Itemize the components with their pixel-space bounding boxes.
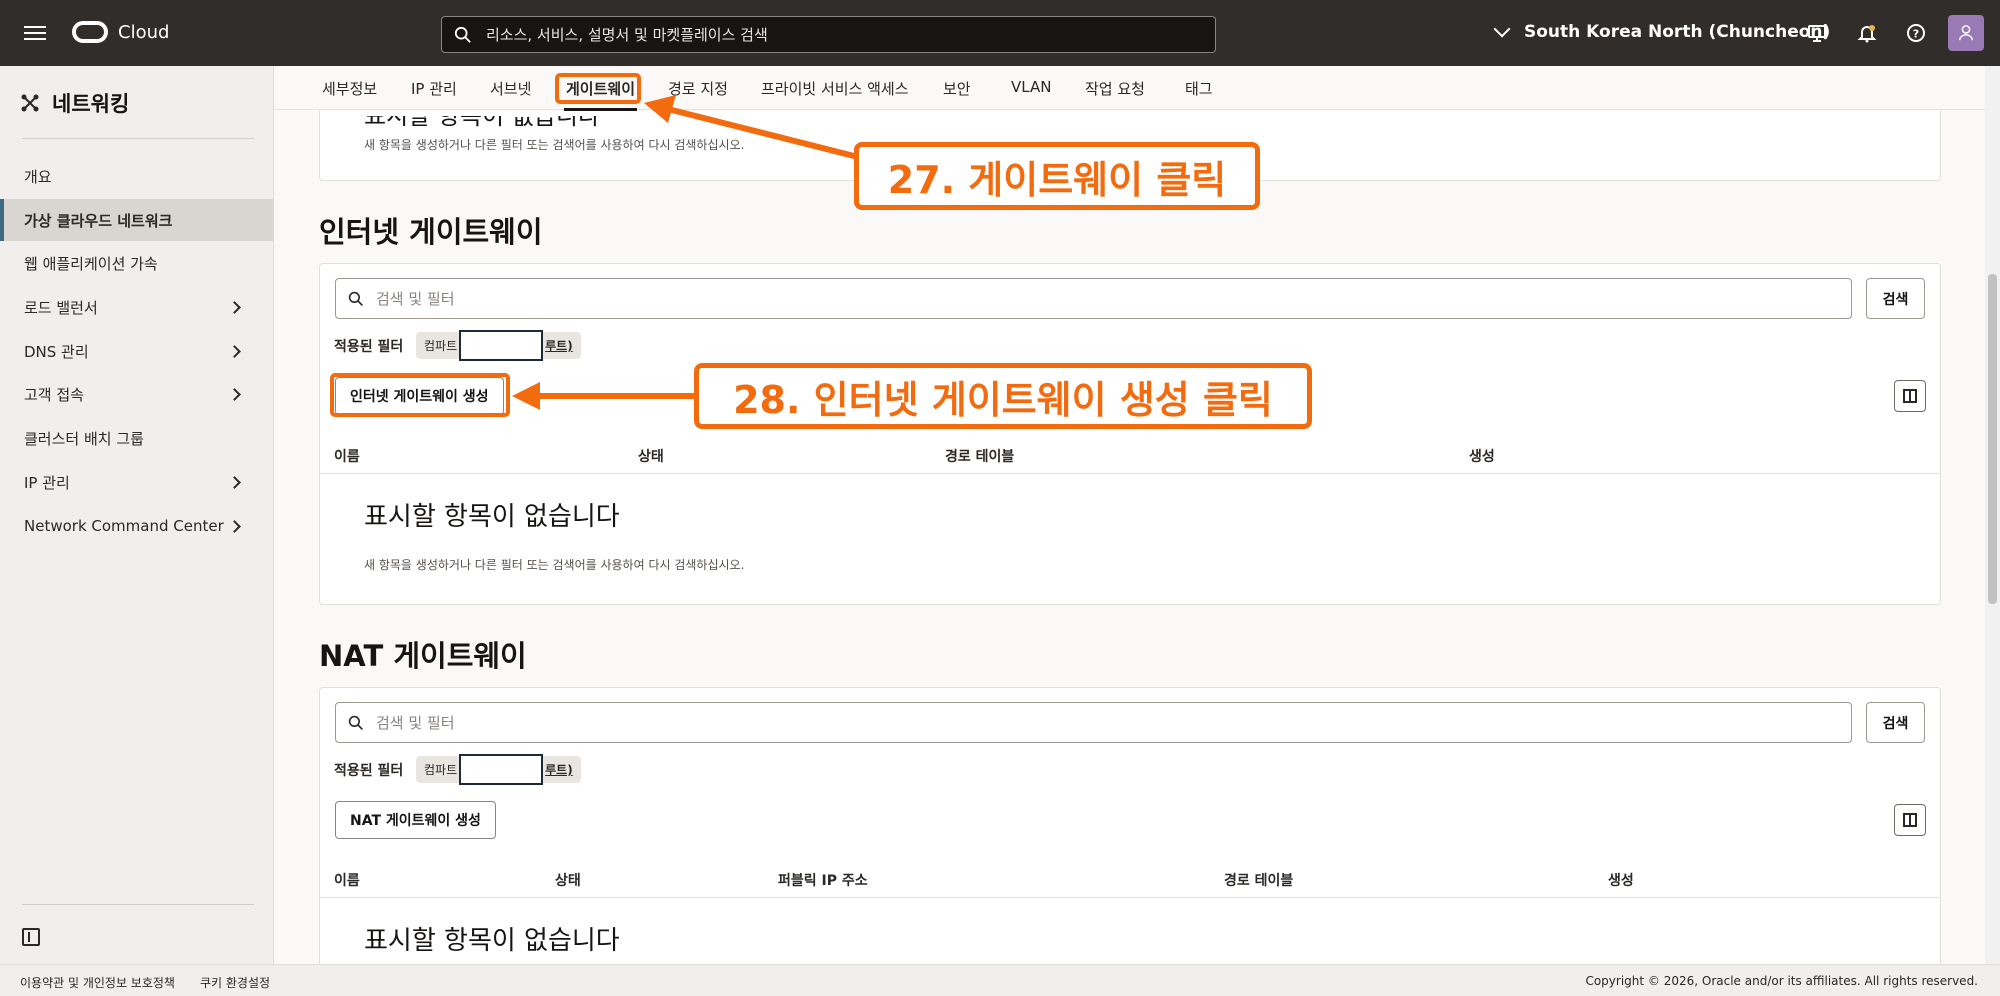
redacted-box <box>459 754 544 785</box>
menu-icon[interactable] <box>24 22 46 44</box>
oracle-logo-icon[interactable] <box>72 21 108 43</box>
terms-link[interactable]: 이용약관 및 개인정보 보호정책 <box>20 974 175 991</box>
chevron-right-icon <box>228 387 241 401</box>
applied-filter-label: 적용된 필터 <box>334 339 404 355</box>
step-27-callout: 27. 게이트웨이 클릭 <box>854 142 1260 210</box>
tab-subnets[interactable]: 서브넷 <box>490 78 531 99</box>
chevron-right-icon <box>228 300 241 314</box>
cloud-shell-icon[interactable] <box>1806 22 1828 44</box>
chevron-right-icon <box>228 344 241 358</box>
resource-tabs: 세부정보 IP 관리 서브넷 게이트웨이 경로 지정 프라이빗 서비스 액세스 … <box>275 66 1985 111</box>
step-28-callout: 28. 인터넷 게이트웨이 생성 클릭 <box>694 363 1312 429</box>
sidebar-item-web-app-acceleration[interactable]: 웹 애플리케이션 가속 <box>0 242 273 284</box>
column-header[interactable]: 상태 <box>555 870 581 890</box>
sidebar-item-ip-management[interactable]: IP 관리 <box>0 461 273 503</box>
tab-security[interactable]: 보안 <box>943 78 971 99</box>
collapse-sidebar-icon[interactable] <box>22 928 40 946</box>
brand-label[interactable]: Cloud <box>118 22 169 43</box>
sidebar-title: 네트워킹 <box>20 88 129 118</box>
sidebar-item-dns[interactable]: DNS 관리 <box>0 330 273 372</box>
chevron-right-icon <box>228 475 241 489</box>
svg-text:?: ? <box>1913 28 1919 41</box>
previous-empty-subtitle: 새 항목을 생성하거나 다른 필터 또는 검색어를 사용하여 다시 검색하십시오… <box>364 138 745 152</box>
column-header[interactable]: 생성 <box>1469 446 1495 466</box>
search-icon <box>454 26 471 43</box>
chevron-right-icon <box>228 519 241 533</box>
internet-gateway-title: 인터넷 게이트웨이 <box>319 215 543 249</box>
nat-gateway-title: NAT 게이트웨이 <box>319 639 527 673</box>
column-header[interactable]: 생성 <box>1608 870 1634 890</box>
internet-gateway-table-header: 이름 상태 경로 테이블 생성 <box>320 442 1940 474</box>
sidebar-item-load-balancer[interactable]: 로드 밸런서 <box>0 286 273 328</box>
sidebar-divider <box>22 904 254 905</box>
tab-tags[interactable]: 태그 <box>1185 78 1213 99</box>
search-icon <box>348 715 363 730</box>
nat-gateway-search-button[interactable]: 검색 <box>1866 702 1925 743</box>
nat-gateway-panel: 검색 및 필터 검색 적용된 필터 컴파트 루트) NAT 게이트웨이 생성 이… <box>319 687 1941 964</box>
footer: 이용약관 및 개인정보 보호정책 쿠키 환경설정 Copyright © 202… <box>0 964 2000 996</box>
tab-details[interactable]: 세부정보 <box>322 78 377 99</box>
sidebar-item-cluster-placement[interactable]: 클러스터 배치 그룹 <box>0 417 273 459</box>
tab-work-requests[interactable]: 작업 요청 <box>1085 78 1145 99</box>
networking-icon <box>21 94 39 112</box>
main-content: 표시할 항목이 없습니다 새 항목을 생성하거나 다른 필터 또는 검색어를 사… <box>275 111 1985 964</box>
region-label: South Korea North (Chuncheon) <box>1524 22 1831 42</box>
internet-gateway-empty-subtitle: 새 항목을 생성하거나 다른 필터 또는 검색어를 사용하여 다시 검색하십시오… <box>364 558 745 572</box>
scrollbar-thumb[interactable] <box>1988 274 1997 604</box>
column-header[interactable]: 경로 테이블 <box>1224 870 1293 890</box>
internet-gateway-empty-title: 표시할 항목이 없습니다 <box>364 502 620 532</box>
previous-empty-title: 표시할 항목이 없습니다 <box>364 111 601 130</box>
column-header[interactable]: 퍼블릭 IP 주소 <box>778 870 868 890</box>
sidebar-item-customer-connectivity[interactable]: 고객 접속 <box>0 373 273 415</box>
global-search-placeholder: 리소스, 서비스, 설명서 및 마켓플레이스 검색 <box>486 26 768 44</box>
column-header[interactable]: 상태 <box>638 446 664 466</box>
top-bar: Cloud 리소스, 서비스, 설명서 및 마켓플레이스 검색 South Ko… <box>0 0 2000 66</box>
sidebar-divider <box>22 138 254 139</box>
copyright-text: Copyright © 2026, Oracle and/or its affi… <box>1585 974 1978 988</box>
create-button-highlight <box>330 373 510 417</box>
page-scrollbar[interactable] <box>1985 66 2000 964</box>
applied-filter-label: 적용된 필터 <box>334 763 404 779</box>
cookie-settings-link[interactable]: 쿠키 환경설정 <box>200 974 270 991</box>
gateway-tab-highlight <box>555 73 641 104</box>
compartment-filter-chip[interactable]: 컴파트 루트) <box>416 330 581 361</box>
nat-gateway-search-input[interactable]: 검색 및 필터 <box>335 702 1852 743</box>
internet-gateway-panel: 검색 및 필터 검색 적용된 필터 컴파트 루트) 인터넷 게이트웨이 생성 이… <box>319 263 1941 605</box>
compartment-filter-chip[interactable]: 컴파트 루트) <box>416 754 581 785</box>
internet-gateway-search-button[interactable]: 검색 <box>1866 278 1925 319</box>
sidebar-item-overview[interactable]: 개요 <box>0 155 273 197</box>
create-nat-gateway-button[interactable]: NAT 게이트웨이 생성 <box>335 801 496 839</box>
sidebar-item-network-command-center[interactable]: Network Command Center <box>0 505 273 547</box>
sidebar: 네트워킹 개요 가상 클라우드 네트워크 웹 애플리케이션 가속 로드 밸런서 … <box>0 66 274 964</box>
column-header[interactable]: 경로 테이블 <box>945 446 1014 466</box>
tab-ip-management[interactable]: IP 관리 <box>411 78 457 99</box>
user-avatar-icon[interactable] <box>1948 15 1984 51</box>
tab-routing[interactable]: 경로 지정 <box>668 78 728 99</box>
column-header[interactable]: 이름 <box>334 446 360 466</box>
column-settings-icon[interactable] <box>1894 804 1926 836</box>
sidebar-item-vcn[interactable]: 가상 클라우드 네트워크 <box>0 199 273 241</box>
bell-icon[interactable] <box>1856 22 1878 44</box>
region-selector[interactable]: South Korea North (Chuncheon) <box>1493 20 1831 42</box>
redacted-box <box>459 330 544 361</box>
internet-gateway-search-input[interactable]: 검색 및 필터 <box>335 278 1852 319</box>
help-icon[interactable]: ? <box>1905 22 1927 44</box>
search-icon <box>348 291 363 306</box>
column-settings-icon[interactable] <box>1894 380 1926 412</box>
tab-private-service-access[interactable]: 프라이빗 서비스 액세스 <box>761 78 909 99</box>
chevron-down-icon <box>1493 20 1511 38</box>
column-header[interactable]: 이름 <box>334 870 360 890</box>
tab-vlan[interactable]: VLAN <box>1011 78 1051 96</box>
global-search-input[interactable]: 리소스, 서비스, 설명서 및 마켓플레이스 검색 <box>441 16 1216 53</box>
nat-gateway-empty-title: 표시할 항목이 없습니다 <box>364 926 620 956</box>
nat-gateway-table-header: 이름 상태 퍼블릭 IP 주소 경로 테이블 생성 <box>320 866 1940 898</box>
